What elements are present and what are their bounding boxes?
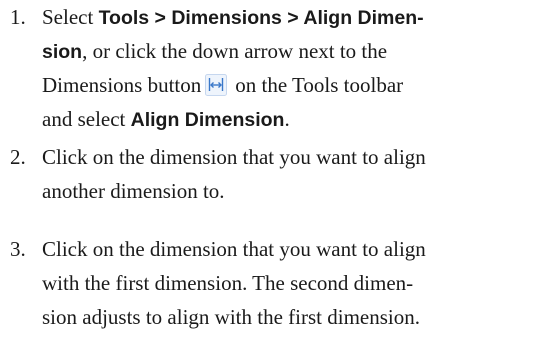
text-run: with the first dimension. The second dim…	[42, 271, 414, 295]
step-number: 3.	[10, 237, 26, 261]
text-run: Click on the dimension that you want to …	[42, 237, 426, 261]
step-text: Click on the dimension that you want to …	[42, 232, 548, 334]
step-1-line-3: Dimensions button on the Tools toolbar	[42, 68, 548, 102]
step-text: Click on the dimension that you want to …	[42, 140, 548, 208]
text-run: sion adjusts to align with the first dim…	[42, 305, 420, 329]
text-run: Select	[42, 5, 99, 29]
step-3-line-2: with the first dimension. The second dim…	[42, 266, 548, 300]
text-run: Dimensions button	[42, 73, 202, 97]
step-number: 2.	[10, 145, 26, 169]
step-1-line-2: sion, or click the down arrow next to th…	[42, 34, 548, 68]
text-run: and select	[42, 107, 131, 131]
step-3-line-1: Click on the dimension that you want to …	[42, 232, 548, 266]
text-run: Click on the dimension that you want to …	[42, 145, 426, 169]
step-2-line-2: another dimension to.	[42, 174, 548, 208]
text-run: another dimension to.	[42, 179, 225, 203]
text-run: , or click the down arrow next to the	[82, 39, 388, 63]
step-number: 1.	[10, 5, 26, 29]
menu-path: Tools > Dimensions > Align Dimen-	[98, 7, 424, 29]
step-1-line-4: and select Align Dimension.	[42, 102, 548, 136]
step-1-line-1: Select Tools > Dimensions > Align Dimen-	[42, 0, 548, 34]
step-text: Select Tools > Dimensions > Align Dimen-…	[42, 0, 548, 136]
text-run: .	[284, 107, 290, 131]
step-2-line-1: Click on the dimension that you want to …	[42, 140, 548, 174]
instruction-steps: 1. Select Tools > Dimensions > Align Dim…	[0, 0, 550, 339]
step-3-line-3: sion adjusts to align with the first dim…	[42, 300, 548, 334]
text-run: on the Tools toolbar	[235, 73, 404, 97]
menu-path: sion	[42, 41, 83, 63]
menu-command: Align Dimension	[130, 109, 285, 131]
align-dimension-icon	[205, 72, 228, 96]
